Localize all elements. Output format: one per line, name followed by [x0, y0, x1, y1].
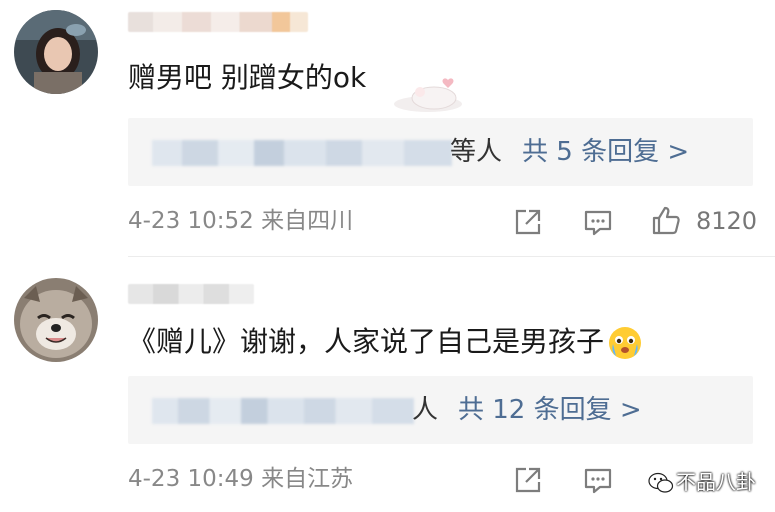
like-count: 8120: [696, 207, 758, 235]
share-icon[interactable]: [512, 464, 544, 496]
location: 来自江苏: [261, 466, 354, 492]
timestamp: 4-23 10:52: [128, 208, 254, 234]
divider: [128, 256, 775, 257]
replier-names-blurred: [152, 140, 452, 166]
avatar[interactable]: [14, 10, 98, 94]
comment-text: 《赠儿》谢谢，人家说了自己是男孩子: [128, 324, 644, 362]
username-blurred[interactable]: [128, 284, 254, 304]
avatar[interactable]: [14, 278, 98, 362]
thumbs-up-icon[interactable]: [650, 204, 682, 236]
crying-face-emoji: [609, 327, 642, 359]
comment-meta: 4-23 10:49 来自江苏: [128, 464, 353, 494]
comment-meta: 4-23 10:52 来自四川: [128, 206, 353, 236]
reply-suffix: 人: [412, 395, 439, 425]
reply-suffix: 等人: [450, 137, 503, 167]
location: 来自四川: [261, 208, 354, 234]
timestamp: 4-23 10:49: [128, 466, 254, 492]
comment-text-body: 《赠儿》谢谢，人家说了自己是男孩子: [128, 325, 605, 358]
watermark: 不品八卦: [648, 468, 766, 498]
replier-names-blurred: [152, 398, 414, 424]
view-replies-link[interactable]: 共 12 条回复 >: [458, 392, 642, 428]
cat-sticker: [394, 78, 462, 112]
watermark-text: 不品八卦: [676, 470, 756, 494]
reply-preview[interactable]: 人 共 12 条回复 >: [128, 376, 753, 444]
wechat-logo: [648, 472, 674, 493]
comment-icon[interactable]: [582, 206, 614, 238]
view-replies-link[interactable]: 共 5 条回复 >: [522, 134, 689, 170]
username-blurred[interactable]: [128, 12, 308, 32]
share-icon[interactable]: [512, 206, 544, 238]
comment-icon[interactable]: [582, 464, 614, 496]
comment-item: 赠男吧 别蹭女的ok 等人 共 5 条回复 > 4-23 10:52 来自四川 …: [0, 0, 775, 256]
reply-preview[interactable]: 等人 共 5 条回复 >: [128, 118, 753, 186]
comment-text: 赠男吧 别蹭女的ok: [128, 61, 367, 94]
